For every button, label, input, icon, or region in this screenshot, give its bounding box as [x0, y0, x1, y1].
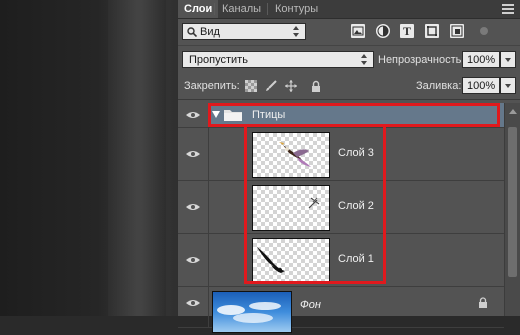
divider [178, 99, 520, 100]
visibility-toggle[interactable] [178, 287, 209, 327]
layers-panel: Слои Каналы Контуры Вид T Пропустить Неп… [178, 0, 520, 333]
scroll-up-icon[interactable] [509, 109, 517, 114]
panel-menu-icon[interactable] [502, 4, 514, 14]
sky-image [217, 302, 281, 323]
fill-value: 100% [467, 80, 496, 92]
fill-label: Заливка: [416, 80, 462, 92]
visibility-toggle[interactable] [178, 103, 209, 127]
opacity-dropdown-button[interactable] [500, 51, 516, 68]
chevron-down-icon [505, 58, 511, 62]
opacity-value: 100% [467, 54, 496, 66]
lock-transparency-icon[interactable] [245, 80, 257, 92]
fill-input[interactable]: 100% [462, 77, 500, 94]
kind-filter-value: Вид [200, 26, 220, 38]
layer-row-background[interactable]: Фон [178, 287, 504, 333]
eye-icon [186, 151, 200, 157]
layer-name[interactable]: Слой 1 [338, 253, 374, 265]
layer-thumbnail [252, 185, 330, 231]
panel-tabs: Слои Каналы Контуры [178, 0, 520, 19]
eye-icon [186, 300, 200, 306]
lock-icon [479, 297, 487, 308]
search-icon [187, 27, 197, 37]
image-icon[interactable] [351, 24, 365, 38]
layer-kind-filter-select[interactable]: Вид [182, 23, 306, 40]
tab-layers[interactable]: Слои [178, 0, 219, 18]
opacity-label: Непрозрачность: [378, 54, 465, 66]
eye-icon [186, 112, 200, 118]
opacity-input[interactable]: 100% [462, 51, 500, 68]
adjustment-icon[interactable] [376, 24, 390, 38]
filter-toggle-icon[interactable] [480, 27, 488, 35]
lock-brush-icon[interactable] [265, 80, 277, 92]
layer-thumbnail [212, 291, 292, 333]
tab-paths[interactable]: Контуры [269, 0, 324, 18]
layer-name[interactable]: Фон [300, 299, 321, 311]
small-bird-image [308, 197, 320, 209]
lock-all-icon[interactable] [310, 80, 322, 92]
chevron-updown-icon [293, 26, 300, 37]
folder-icon [224, 110, 242, 121]
eye-icon [186, 257, 200, 263]
layers-list: Птицы Слой 3 Слой 2 Слой 1 Фон [178, 103, 504, 333]
scrollbar-thumb[interactable] [508, 127, 517, 277]
layers-scrollbar[interactable] [504, 103, 520, 316]
layer-row[interactable]: Слой 3 [178, 128, 504, 181]
layer-thumbnail [252, 238, 330, 284]
bird-silhouette-image [257, 247, 285, 273]
fill-dropdown-button[interactable] [500, 77, 516, 94]
expand-triangle-icon[interactable] [212, 111, 220, 118]
chevron-down-icon [505, 84, 511, 88]
layer-thumbnail [252, 132, 330, 178]
blend-mode-value: Пропустить [189, 54, 248, 66]
layer-group-row[interactable]: Птицы [178, 103, 504, 128]
layer-name[interactable]: Птицы [252, 109, 285, 121]
layer-name[interactable]: Слой 3 [338, 147, 374, 159]
visibility-toggle[interactable] [178, 128, 209, 180]
shape-icon[interactable] [425, 24, 439, 38]
lock-label: Закрепить: [184, 80, 240, 92]
blend-mode-select[interactable]: Пропустить [182, 51, 374, 68]
tab-channels[interactable]: Каналы [216, 0, 267, 18]
chevron-updown-icon [361, 54, 368, 65]
layer-row[interactable]: Слой 2 [178, 181, 504, 234]
layer-name[interactable]: Слой 2 [338, 200, 374, 212]
divider [178, 45, 520, 46]
lock-move-icon[interactable] [285, 80, 297, 92]
layer-row[interactable]: Слой 1 [178, 234, 504, 287]
smart-object-icon[interactable] [450, 24, 464, 38]
visibility-toggle[interactable] [178, 234, 209, 286]
tab-separator [214, 3, 215, 15]
text-icon[interactable]: T [400, 24, 414, 38]
flying-bird-image [279, 142, 311, 167]
eye-icon [186, 204, 200, 210]
canvas-shadow [108, 0, 166, 316]
visibility-toggle[interactable] [178, 181, 209, 233]
tab-separator [267, 3, 268, 15]
